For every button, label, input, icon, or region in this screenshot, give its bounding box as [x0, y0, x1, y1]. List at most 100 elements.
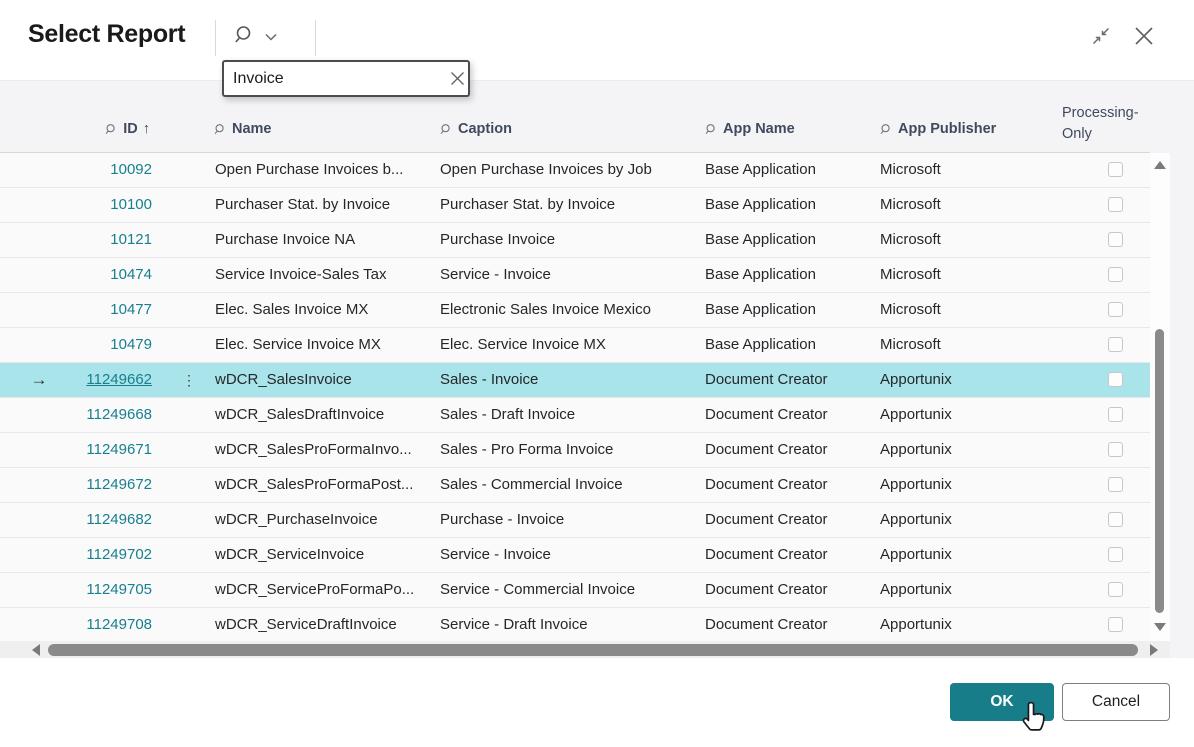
report-caption-cell[interactable]: Purchaser Stat. by Invoice	[440, 188, 700, 222]
app-publisher-cell[interactable]: Microsoft	[880, 258, 1048, 292]
app-publisher-cell[interactable]: Microsoft	[880, 188, 1048, 222]
table-row[interactable]: 11249702wDCR_ServiceInvoiceService - Inv…	[0, 538, 1150, 573]
app-name-cell[interactable]: Document Creator	[705, 503, 873, 537]
report-caption-cell[interactable]: Service - Draft Invoice	[440, 608, 700, 641]
report-id-link[interactable]: 11249705	[86, 581, 152, 598]
report-name-cell[interactable]: Open Purchase Invoices b...	[215, 153, 431, 187]
report-name-cell[interactable]: wDCR_SalesProFormaPost...	[215, 468, 431, 502]
report-id-link[interactable]: 11249672	[86, 476, 152, 493]
report-id-link[interactable]: 11249668	[86, 406, 152, 423]
app-name-cell[interactable]: Document Creator	[705, 363, 873, 397]
processing-only-checkbox[interactable]	[1108, 302, 1123, 317]
column-header-id[interactable]: ID ↑	[58, 121, 150, 137]
app-publisher-cell[interactable]: Apportunix	[880, 398, 1048, 432]
app-name-cell[interactable]: Document Creator	[705, 538, 873, 572]
processing-only-checkbox[interactable]	[1108, 337, 1123, 352]
report-name-cell[interactable]: wDCR_SalesInvoice	[215, 363, 431, 397]
report-name-cell[interactable]: wDCR_SalesDraftInvoice	[215, 398, 431, 432]
report-id-link[interactable]: 10474	[110, 266, 152, 283]
report-id-link[interactable]: 11249682	[86, 511, 152, 528]
table-row[interactable]: 10479 Elec. Service Invoice MX Elec. Servi…	[0, 328, 1150, 363]
report-name-cell[interactable]: Purchase Invoice NA	[215, 223, 431, 257]
scroll-left-arrow-icon[interactable]	[32, 644, 40, 656]
app-name-cell[interactable]: Document Creator	[705, 468, 873, 502]
horizontal-scrollbar-thumb[interactable]	[48, 644, 1138, 656]
processing-only-checkbox[interactable]	[1108, 617, 1123, 632]
table-row[interactable]: 11249668wDCR_SalesDraftInvoiceSales - Dr…	[0, 398, 1150, 433]
processing-only-checkbox[interactable]	[1108, 582, 1123, 597]
app-name-cell[interactable]: Base Application	[705, 293, 873, 327]
app-name-cell[interactable]: Base Application	[705, 188, 873, 222]
horizontal-scrollbar[interactable]	[0, 641, 1170, 659]
processing-only-checkbox[interactable]	[1108, 547, 1123, 562]
report-name-cell[interactable]: Service Invoice-Sales Tax	[215, 258, 431, 292]
table-row[interactable]: 10100 Purchaser Stat. by Invoice Purchaser…	[0, 188, 1150, 223]
column-header-app-name[interactable]: App Name	[705, 121, 795, 137]
search-input[interactable]	[224, 70, 446, 88]
processing-only-checkbox[interactable]	[1108, 512, 1123, 527]
table-row[interactable]: 11249672wDCR_SalesProFormaPost...Sales -…	[0, 468, 1150, 503]
search-command-button[interactable]	[234, 24, 278, 51]
scroll-down-arrow-icon[interactable]	[1154, 623, 1166, 631]
table-row[interactable]: 10092 Open Purchase Invoices b... Open Pur…	[0, 153, 1150, 188]
table-row[interactable]: 11249671 wDCR_SalesProFormaInvo... Sales -…	[0, 433, 1150, 468]
report-name-cell[interactable]: wDCR_SalesProFormaInvo...	[215, 433, 431, 467]
table-row[interactable]: →11249662⋮wDCR_SalesInvoiceSales - Invoi…	[0, 363, 1150, 398]
clear-search-button[interactable]	[446, 65, 468, 93]
report-id-link[interactable]: 11249708	[86, 616, 152, 633]
table-row[interactable]: 11249708wDCR_ServiceDraftInvoiceService …	[0, 608, 1150, 641]
report-caption-cell[interactable]: Service - Invoice	[440, 258, 700, 292]
app-name-cell[interactable]: Document Creator	[705, 608, 873, 641]
report-caption-cell[interactable]: Electronic Sales Invoice Mexico	[440, 293, 700, 327]
scroll-right-arrow-icon[interactable]	[1150, 644, 1158, 656]
report-id-link[interactable]: 10092	[110, 161, 152, 178]
app-name-cell[interactable]: Base Application	[705, 153, 873, 187]
cancel-button[interactable]: Cancel	[1062, 683, 1170, 721]
table-row[interactable]: 11249682wDCR_PurchaseInvoicePurchase - I…	[0, 503, 1150, 538]
vertical-scrollbar[interactable]	[1150, 153, 1170, 641]
processing-only-checkbox[interactable]	[1108, 477, 1123, 492]
processing-only-checkbox[interactable]	[1108, 232, 1123, 247]
app-publisher-cell[interactable]: Apportunix	[880, 363, 1048, 397]
report-name-cell[interactable]: wDCR_PurchaseInvoice	[215, 503, 431, 537]
table-row[interactable]: 10477Elec. Sales Invoice MXElectronic Sa…	[0, 293, 1150, 328]
table-row[interactable]: 10474 Service Invoice-Sales Tax Service - …	[0, 258, 1150, 293]
app-name-cell[interactable]: Base Application	[705, 328, 873, 362]
app-publisher-cell[interactable]: Apportunix	[880, 538, 1048, 572]
report-caption-cell[interactable]: Purchase Invoice	[440, 223, 700, 257]
app-name-cell[interactable]: Document Creator	[705, 573, 873, 607]
processing-only-checkbox[interactable]	[1108, 442, 1123, 457]
app-publisher-cell[interactable]: Apportunix	[880, 573, 1048, 607]
column-header-name[interactable]: Name	[214, 121, 272, 137]
table-row[interactable]: 10121Purchase Invoice NAPurchase Invoice…	[0, 223, 1150, 258]
report-caption-cell[interactable]: Elec. Service Invoice MX	[440, 328, 700, 362]
scroll-up-arrow-icon[interactable]	[1154, 161, 1166, 169]
app-publisher-cell[interactable]: Apportunix	[880, 503, 1048, 537]
report-caption-cell[interactable]: Sales - Invoice	[440, 363, 700, 397]
report-name-cell[interactable]: Purchaser Stat. by Invoice	[215, 188, 431, 222]
processing-only-checkbox[interactable]	[1108, 407, 1123, 422]
report-caption-cell[interactable]: Sales - Pro Forma Invoice	[440, 433, 700, 467]
table-row[interactable]: 11249705 wDCR_ServiceProFormaPo... Service…	[0, 573, 1150, 608]
column-header-app-publisher[interactable]: App Publisher	[880, 121, 996, 137]
report-caption-cell[interactable]: Open Purchase Invoices by Job	[440, 153, 700, 187]
processing-only-checkbox[interactable]	[1108, 162, 1123, 177]
column-header-caption[interactable]: Caption	[440, 121, 512, 137]
app-publisher-cell[interactable]: Apportunix	[880, 468, 1048, 502]
report-name-cell[interactable]: Elec. Service Invoice MX	[215, 328, 431, 362]
app-name-cell[interactable]: Document Creator	[705, 433, 873, 467]
report-caption-cell[interactable]: Service - Commercial Invoice	[440, 573, 700, 607]
report-id-link[interactable]: 10479	[110, 336, 152, 353]
report-id-link[interactable]: 11249702	[86, 546, 152, 563]
app-publisher-cell[interactable]: Microsoft	[880, 223, 1048, 257]
vertical-scrollbar-thumb[interactable]	[1155, 329, 1164, 613]
report-id-link[interactable]: 10100	[110, 196, 152, 213]
report-caption-cell[interactable]: Service - Invoice	[440, 538, 700, 572]
app-publisher-cell[interactable]: Microsoft	[880, 153, 1048, 187]
app-name-cell[interactable]: Base Application	[705, 223, 873, 257]
report-name-cell[interactable]: wDCR_ServiceProFormaPo...	[215, 573, 431, 607]
app-publisher-cell[interactable]: Apportunix	[880, 433, 1048, 467]
report-id-link[interactable]: 11249671	[86, 441, 152, 458]
report-name-cell[interactable]: Elec. Sales Invoice MX	[215, 293, 431, 327]
collapse-dialog-button[interactable]	[1087, 24, 1115, 52]
